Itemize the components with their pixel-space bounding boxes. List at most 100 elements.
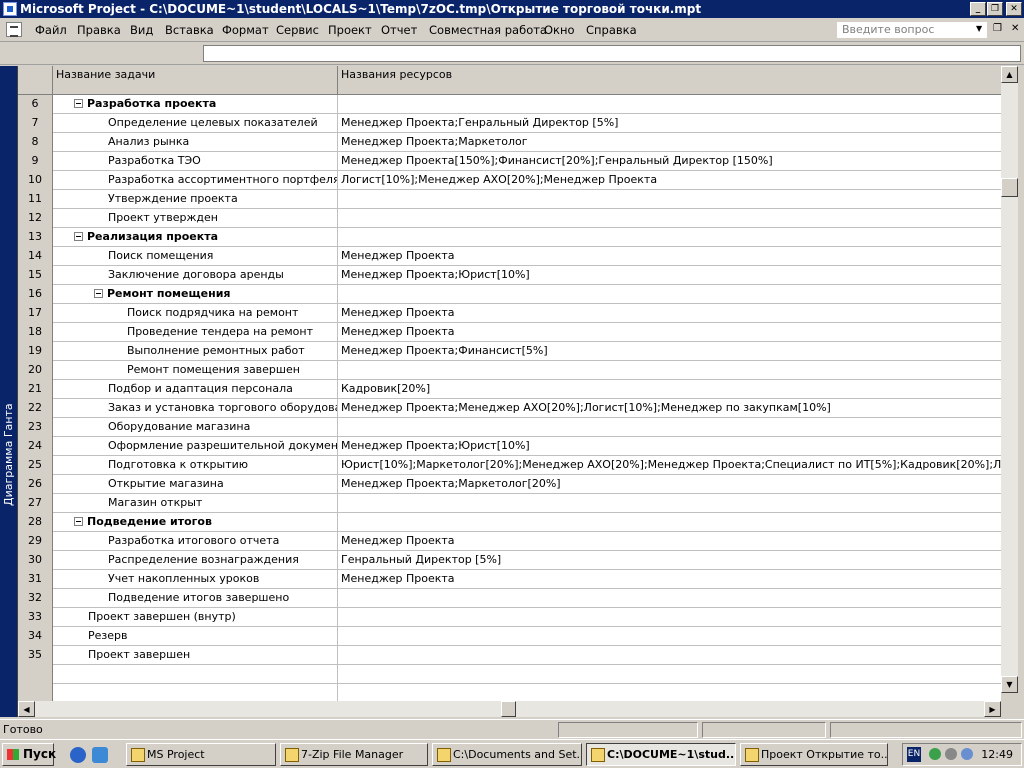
row-id[interactable]: 11 (18, 190, 53, 209)
horizontal-scroll-thumb[interactable] (501, 701, 516, 717)
horizontal-scrollbar[interactable]: ◀ ▶ (18, 701, 1001, 717)
row-id[interactable]: 33 (18, 608, 53, 627)
task-name-cell[interactable]: Ремонт помещения (53, 285, 338, 304)
resource-names-cell[interactable] (338, 627, 1001, 646)
row-id[interactable]: 35 (18, 646, 53, 665)
resource-names-cell[interactable] (338, 494, 1001, 513)
table-row[interactable]: 16 Ремонт помещения (18, 285, 1001, 304)
collapse-icon[interactable] (74, 516, 83, 526)
scroll-thumb[interactable] (1001, 178, 1018, 197)
browser-icon[interactable] (70, 747, 86, 763)
menu-file[interactable]: Файл (35, 23, 67, 37)
help-search-input[interactable]: Введите вопрос (836, 21, 988, 39)
task-name-cell[interactable]: Заказ и установка торгового оборудования (53, 399, 338, 418)
row-id[interactable]: 17 (18, 304, 53, 323)
task-name-cell[interactable]: Поиск помещения (53, 247, 338, 266)
table-row[interactable]: 12 Проект утвержден (18, 209, 1001, 228)
resource-names-cell[interactable]: Менеджер Проекта (338, 304, 1001, 323)
table-row[interactable] (18, 684, 1001, 701)
collapse-icon[interactable] (74, 98, 83, 108)
resource-names-cell[interactable]: Менеджер Проекта (338, 247, 1001, 266)
task-name-cell[interactable]: Распределение вознаграждения (53, 551, 338, 570)
vertical-scrollbar[interactable]: ▲ ▼ (1001, 66, 1018, 693)
resource-names-cell[interactable]: Менеджер Проекта[150%];Финансист[20%];Ге… (338, 152, 1001, 171)
row-id[interactable]: 29 (18, 532, 53, 551)
resource-names-cell[interactable]: Менеджер Проекта;Юрист[10%] (338, 266, 1001, 285)
close-button[interactable]: ✕ (1006, 2, 1022, 16)
menu-report[interactable]: Отчет (381, 23, 417, 37)
row-id[interactable]: 14 (18, 247, 53, 266)
table-row[interactable]: 20 Ремонт помещения завершен (18, 361, 1001, 380)
column-header-task-name[interactable]: Название задачи (53, 66, 338, 95)
table-row[interactable]: 17 Поиск подрядчика на ремонт Менеджер Про… (18, 304, 1001, 323)
row-id[interactable]: 16 (18, 285, 53, 304)
row-id[interactable]: 28 (18, 513, 53, 532)
table-row[interactable]: 35 Проект завершен (18, 646, 1001, 665)
resource-names-cell[interactable]: Менеджер Проекта (338, 532, 1001, 551)
view-bar[interactable]: Диаграмма Ганта (0, 66, 18, 717)
resource-names-cell[interactable] (338, 228, 1001, 247)
entry-field[interactable] (203, 45, 1021, 62)
scroll-left-icon[interactable]: ◀ (18, 701, 35, 717)
menu-collaborate[interactable]: Совместная работа (429, 23, 547, 37)
task-name-cell[interactable]: Выполнение ремонтных работ (53, 342, 338, 361)
column-header-resources[interactable]: Названия ресурсов (338, 66, 1001, 95)
task-name-cell[interactable]: Подведение итогов завершено (53, 589, 338, 608)
task-name-cell[interactable]: Определение целевых показателей (53, 114, 338, 133)
resource-names-cell[interactable] (338, 190, 1001, 209)
row-id[interactable]: 25 (18, 456, 53, 475)
resource-names-cell[interactable] (338, 646, 1001, 665)
row-id[interactable]: 15 (18, 266, 53, 285)
task-name-cell[interactable]: Подготовка к открытию (53, 456, 338, 475)
table-row[interactable]: 13 Реализация проекта (18, 228, 1001, 247)
row-id[interactable]: 6 (18, 95, 53, 114)
task-name-cell[interactable]: Проведение тендера на ремонт (53, 323, 338, 342)
row-id[interactable]: 26 (18, 475, 53, 494)
menu-edit[interactable]: Правка (77, 23, 121, 37)
select-all-header[interactable] (18, 66, 53, 95)
row-id[interactable]: 20 (18, 361, 53, 380)
row-id[interactable]: 12 (18, 209, 53, 228)
collapse-icon[interactable] (94, 288, 103, 298)
resource-names-cell[interactable]: Менеджер Проекта;Маркетолог[20%] (338, 475, 1001, 494)
resource-names-cell[interactable]: Менеджер Проекта;Маркетолог (338, 133, 1001, 152)
resource-names-cell[interactable] (338, 608, 1001, 627)
task-name-cell[interactable]: Поиск подрядчика на ремонт (53, 304, 338, 323)
table-row[interactable]: 32 Подведение итогов завершено (18, 589, 1001, 608)
table-row[interactable]: 9 Разработка ТЭО Менеджер Проекта[150%];Фи… (18, 152, 1001, 171)
row-id[interactable]: 19 (18, 342, 53, 361)
task-name-cell[interactable]: Разработка ТЭО (53, 152, 338, 171)
table-row[interactable]: 8 Анализ рынка Менеджер Проекта;Маркетолог (18, 133, 1001, 152)
table-row[interactable]: 21 Подбор и адаптация персонала Кадровик[2… (18, 380, 1001, 399)
task-name-cell[interactable]: Оборудование магазина (53, 418, 338, 437)
table-row[interactable]: 29 Разработка итогового отчета Менеджер Пр… (18, 532, 1001, 551)
scroll-up-icon[interactable]: ▲ (1001, 66, 1018, 83)
task-name-cell[interactable]: Заключение договора аренды (53, 266, 338, 285)
table-row[interactable]: 27 Магазин открыт (18, 494, 1001, 513)
resource-names-cell[interactable]: Менеджер Проекта (338, 570, 1001, 589)
table-row[interactable]: 23 Оборудование магазина (18, 418, 1001, 437)
table-row[interactable]: 11 Утверждение проекта (18, 190, 1001, 209)
resource-names-cell[interactable] (338, 665, 1001, 684)
row-id[interactable]: 18 (18, 323, 53, 342)
task-name-cell[interactable]: Подведение итогов (53, 513, 338, 532)
task-name-cell[interactable]: Учет накопленных уроков (53, 570, 338, 589)
resource-names-cell[interactable]: Юрист[10%];Маркетолог[20%];Менеджер АХО[… (338, 456, 1001, 475)
resource-names-cell[interactable] (338, 95, 1001, 114)
task-7zip[interactable]: 7-Zip File Manager (280, 743, 428, 766)
task-name-cell[interactable]: Оформление разрешительной документации (53, 437, 338, 456)
table-row[interactable]: 18 Проведение тендера на ремонт Менеджер П… (18, 323, 1001, 342)
resource-names-cell[interactable] (338, 513, 1001, 532)
tray-volume-icon[interactable] (945, 748, 957, 760)
menu-window[interactable]: Окно (544, 23, 575, 37)
table-row[interactable]: 26 Открытие магазина Менеджер Проекта;Марк… (18, 475, 1001, 494)
resource-names-cell[interactable]: Логист[10%];Менеджер АХО[20%];Менеджер П… (338, 171, 1001, 190)
scroll-down-icon[interactable]: ▼ (1001, 676, 1018, 693)
table-row[interactable]: 22 Заказ и установка торгового оборудован… (18, 399, 1001, 418)
resource-names-cell[interactable] (338, 285, 1001, 304)
mdi-restore-icon[interactable]: ❐ (993, 23, 1002, 34)
resource-names-cell[interactable] (338, 684, 1001, 701)
task-name-cell[interactable]: Проект утвержден (53, 209, 338, 228)
menu-tools[interactable]: Сервис (276, 23, 319, 37)
resource-names-cell[interactable] (338, 361, 1001, 380)
